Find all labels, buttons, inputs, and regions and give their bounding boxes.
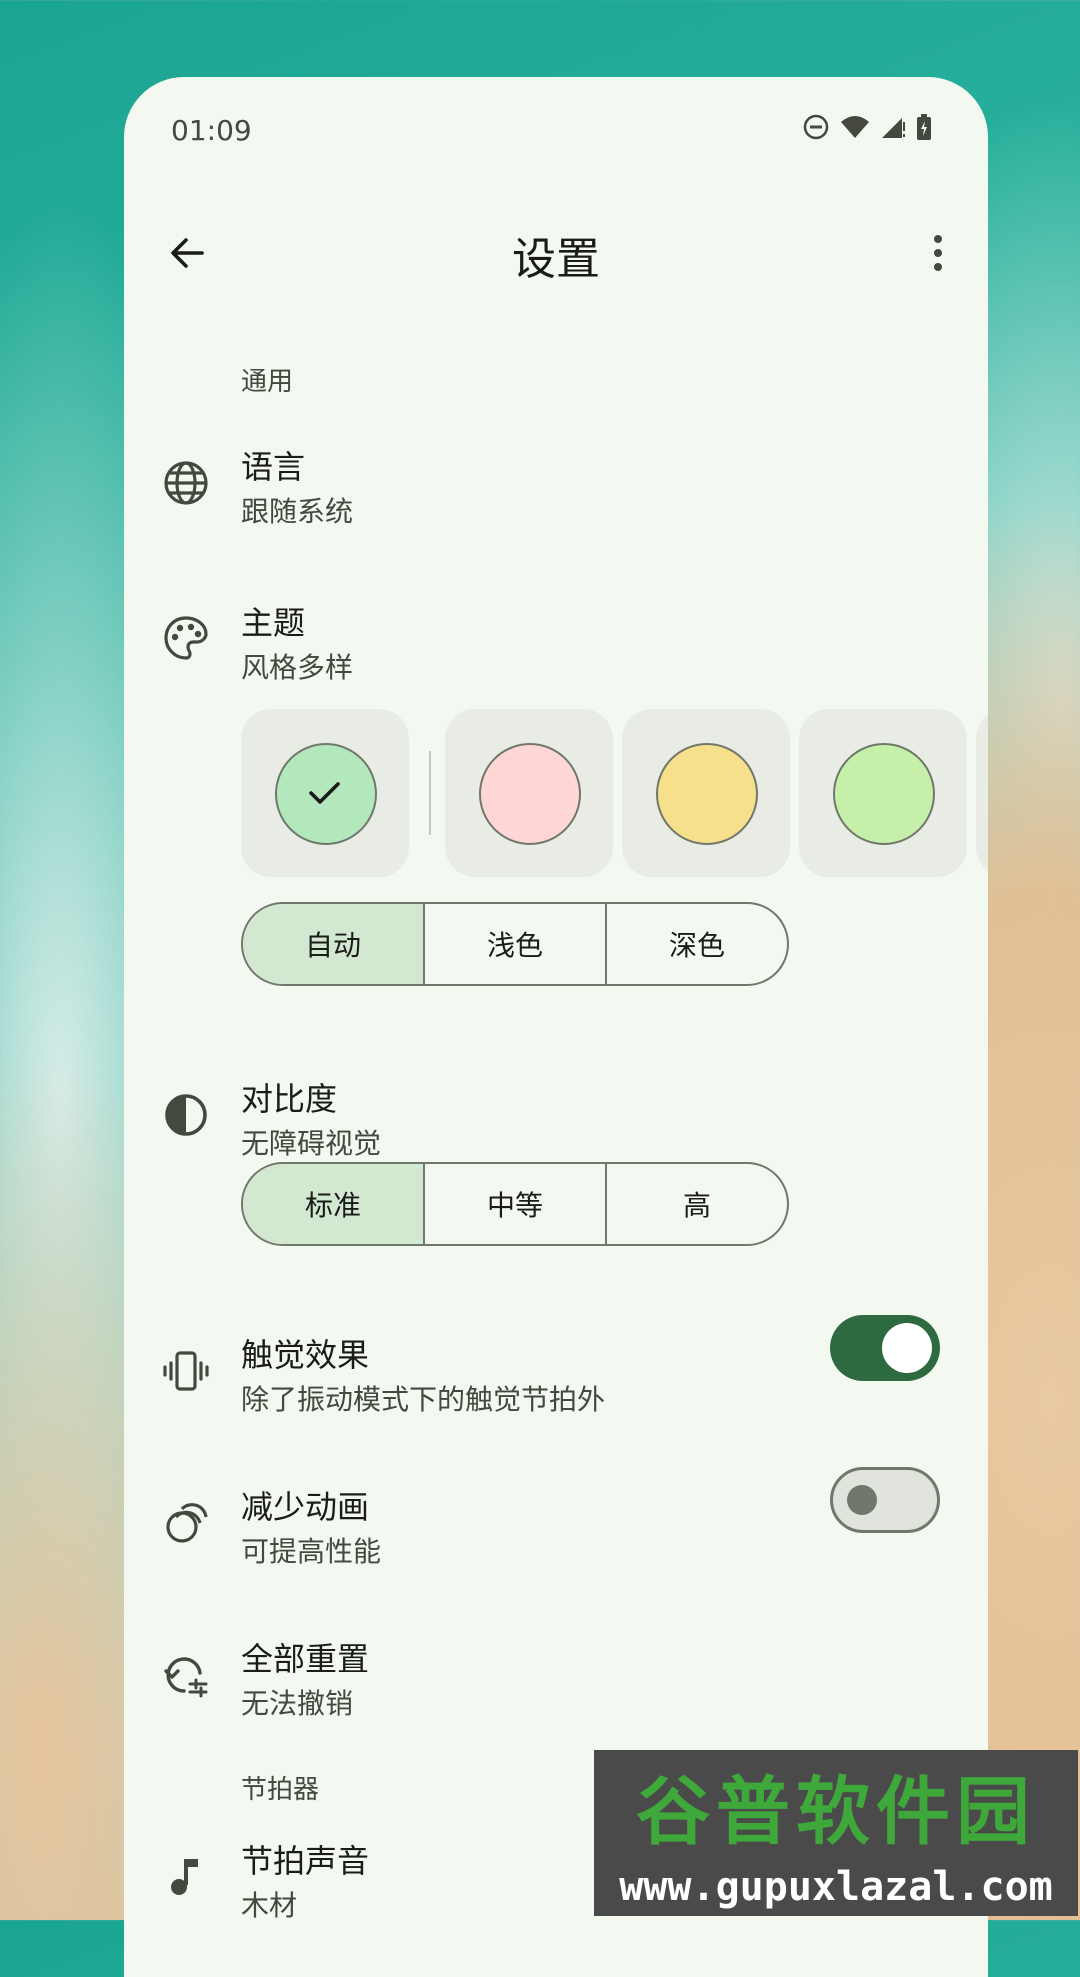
swatch-selected[interactable] [241, 709, 409, 877]
theme-mode-selector: 自动 浅色 深色 [241, 902, 789, 986]
swatch-color-dot [656, 743, 758, 845]
vibration-icon [163, 1351, 209, 1391]
page-title: 设置 [512, 234, 600, 285]
dnd-icon [803, 114, 829, 140]
theme-subtitle: 风格多样 [241, 651, 354, 684]
haptics-toggle[interactable] [830, 1315, 940, 1381]
toggle-knob [882, 1323, 932, 1373]
haptics-subtitle: 除了振动模式下的触觉节拍外 [241, 1383, 606, 1416]
theme-mode-light[interactable]: 浅色 [423, 904, 605, 984]
swatch-color-dot [833, 743, 935, 845]
reset-all-subtitle: 无法撤销 [241, 1687, 354, 1720]
theme-title: 主题 [241, 604, 306, 642]
animation-icon [166, 1503, 208, 1543]
reduce-animations-toggle[interactable] [830, 1467, 940, 1533]
watermark: 谷普软件园 www.gupuxlazal.com [594, 1750, 1078, 1916]
more-options-button[interactable] [918, 227, 958, 279]
contrast-medium[interactable]: 中等 [423, 1164, 605, 1244]
swatch-divider [429, 751, 431, 835]
swatch-green[interactable] [799, 709, 967, 877]
status-icons [802, 113, 932, 141]
settings-screen: 01:09 设置 通用 语言 跟随系统 主题 风格多样 自动 浅色 深色 对比度… [124, 77, 988, 1977]
reduce-animations-title: 减少动画 [241, 1488, 370, 1526]
beat-sound-title: 节拍声音 [241, 1842, 370, 1880]
contrast-title: 对比度 [241, 1080, 338, 1118]
check-icon [309, 782, 340, 804]
reset-settings-icon [164, 1657, 208, 1698]
section-header-general: 通用 [241, 367, 294, 397]
reduce-animations-subtitle: 可提高性能 [241, 1535, 382, 1568]
contrast-high[interactable]: 高 [605, 1164, 787, 1244]
swatch-more[interactable] [976, 709, 988, 877]
globe-icon [164, 461, 208, 505]
wifi-icon [841, 116, 869, 138]
signal-icon [882, 118, 905, 138]
contrast-selector: 标准 中等 高 [241, 1162, 789, 1246]
language-title: 语言 [241, 448, 306, 486]
watermark-title: 谷普软件园 [636, 1768, 1036, 1855]
contrast-standard[interactable]: 标准 [243, 1164, 423, 1244]
reset-all-title: 全部重置 [241, 1640, 370, 1678]
swatch-color-dot [275, 743, 377, 845]
theme-color-swatches [241, 709, 988, 877]
status-time: 01:09 [171, 114, 252, 147]
section-header-metronome: 节拍器 [241, 1775, 320, 1805]
language-subtitle: 跟随系统 [241, 495, 354, 528]
beat-sound-subtitle: 木材 [241, 1889, 298, 1922]
toggle-knob [847, 1485, 877, 1515]
theme-mode-auto[interactable]: 自动 [243, 904, 423, 984]
watermark-url: www.gupuxlazal.com [594, 1858, 1078, 1916]
music-note-icon [171, 1859, 198, 1895]
contrast-icon [165, 1094, 207, 1136]
swatch-pink[interactable] [445, 709, 613, 877]
battery-charging-icon [917, 114, 931, 140]
haptics-title: 触觉效果 [241, 1336, 370, 1374]
more-vert-icon [934, 235, 942, 271]
theme-mode-dark[interactable]: 深色 [605, 904, 787, 984]
swatch-color-dot [479, 743, 581, 845]
contrast-subtitle: 无障碍视觉 [241, 1127, 382, 1160]
swatch-yellow[interactable] [622, 709, 790, 877]
watermark-logo: 谷普软件园 [594, 1750, 1078, 1860]
palette-icon [164, 616, 208, 660]
